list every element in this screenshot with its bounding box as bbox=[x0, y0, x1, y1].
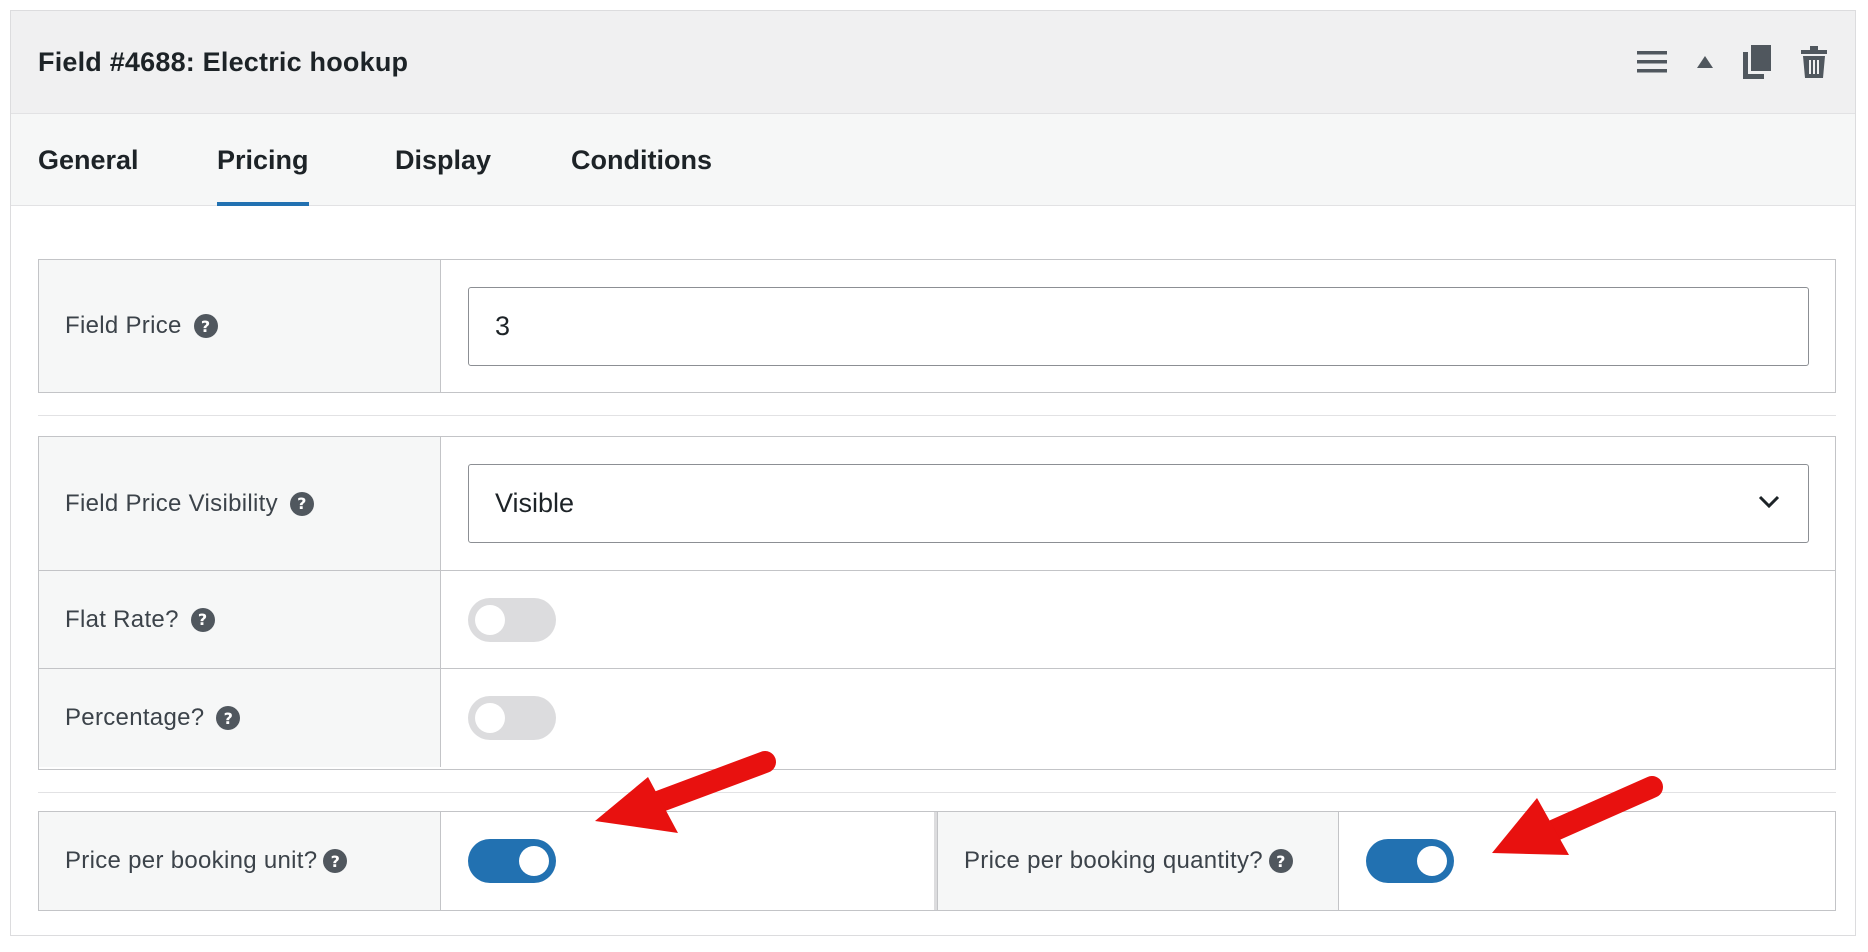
percentage-toggle[interactable] bbox=[468, 696, 556, 740]
help-icon[interactable]: ? bbox=[190, 607, 215, 632]
field-price-row: Field Price ? bbox=[39, 260, 1835, 392]
toggle-knob bbox=[475, 604, 505, 635]
field-header[interactable]: Field #4688: Electric hookup bbox=[11, 11, 1855, 114]
toggle-knob bbox=[519, 846, 549, 876]
flat-rate-row: Flat Rate? ? bbox=[39, 571, 1835, 669]
tab-bar: General Pricing Display Conditions bbox=[11, 114, 1855, 206]
booking-unit-value-cell bbox=[442, 812, 937, 910]
visibility-label-cell: Field Price Visibility ? bbox=[39, 437, 441, 570]
percentage-row: Percentage? ? bbox=[39, 669, 1835, 767]
help-icon[interactable]: ? bbox=[216, 706, 241, 730]
menu-icon[interactable] bbox=[1637, 51, 1667, 73]
tab-display[interactable]: Display bbox=[395, 145, 491, 202]
flat-rate-label-cell: Flat Rate? ? bbox=[39, 571, 441, 668]
percentage-value-cell bbox=[442, 669, 1835, 767]
field-panel: Field #4688: Electric hookup General Pri… bbox=[10, 10, 1856, 936]
header-actions bbox=[1637, 45, 1827, 79]
field-price-input[interactable] bbox=[468, 286, 1809, 366]
field-title: Field #4688: Electric hookup bbox=[38, 47, 409, 77]
help-icon[interactable]: ? bbox=[1268, 849, 1293, 873]
field-price-value-cell bbox=[442, 260, 1835, 392]
flat-rate-toggle[interactable] bbox=[468, 597, 556, 642]
booking-quantity-value-cell bbox=[1340, 812, 1835, 910]
duplicate-icon[interactable] bbox=[1743, 45, 1771, 79]
booking-unit-label-cell: Price per booking unit? ? bbox=[39, 812, 441, 910]
toggle-knob bbox=[475, 703, 505, 733]
visibility-value-cell: Visible bbox=[442, 437, 1835, 570]
field-price-visibility-select[interactable]: Visible bbox=[468, 464, 1809, 543]
price-per-booking-unit-label: Price per booking unit? bbox=[65, 847, 318, 874]
help-icon[interactable]: ? bbox=[289, 491, 314, 516]
percentage-label-cell: Percentage? ? bbox=[39, 669, 441, 767]
tab-general[interactable]: General bbox=[38, 145, 139, 202]
field-price-label-cell: Field Price ? bbox=[39, 260, 441, 392]
pricing-options-table: Field Price Visibility ? Visible Flat Ra… bbox=[38, 436, 1836, 770]
select-value: Visible bbox=[495, 488, 575, 518]
flat-rate-value-cell bbox=[442, 571, 1835, 668]
tab-conditions[interactable]: Conditions bbox=[571, 145, 712, 202]
field-price-table: Field Price ? bbox=[38, 259, 1836, 393]
field-price-visibility-label: Field Price Visibility bbox=[65, 489, 278, 517]
flat-rate-label: Flat Rate? bbox=[65, 605, 179, 633]
field-price-label: Field Price bbox=[65, 312, 182, 339]
tab-pricing[interactable]: Pricing bbox=[217, 145, 309, 206]
toggle-knob bbox=[1417, 846, 1447, 876]
booking-options-table: Price per booking unit? ? Price per book… bbox=[38, 811, 1836, 911]
price-per-booking-quantity-toggle[interactable] bbox=[1366, 839, 1454, 883]
help-icon[interactable]: ? bbox=[193, 314, 218, 338]
percentage-label: Percentage? bbox=[65, 704, 205, 731]
chevron-down-icon bbox=[1758, 495, 1780, 509]
section-divider bbox=[38, 415, 1836, 416]
help-icon[interactable]: ? bbox=[323, 849, 348, 873]
price-per-booking-quantity-label: Price per booking quantity? bbox=[964, 847, 1263, 874]
section-divider bbox=[38, 792, 1836, 793]
booking-quantity-label-cell: Price per booking quantity? ? bbox=[937, 812, 1339, 910]
trash-icon[interactable] bbox=[1801, 46, 1827, 78]
field-price-visibility-row: Field Price Visibility ? Visible bbox=[39, 437, 1835, 571]
booking-row: Price per booking unit? ? Price per book… bbox=[39, 812, 1835, 910]
price-per-booking-unit-toggle[interactable] bbox=[468, 839, 556, 883]
collapse-up-icon[interactable] bbox=[1697, 56, 1713, 68]
